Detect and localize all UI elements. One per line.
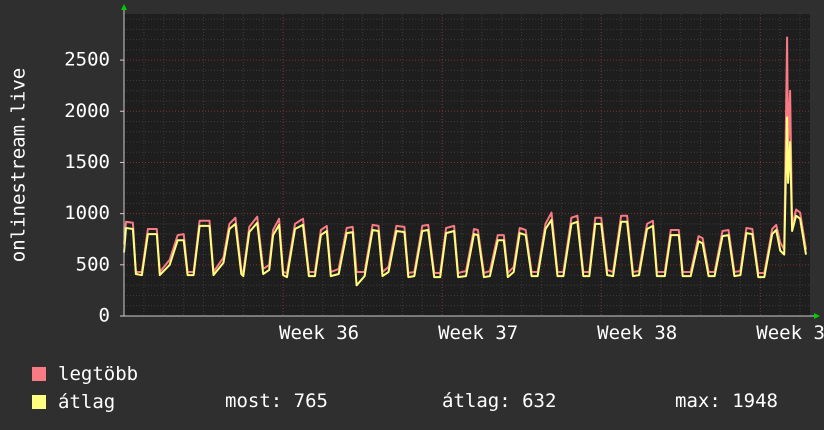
legend-item-max: legtöbb	[32, 363, 138, 385]
x-tick-label: Week 36	[279, 322, 359, 344]
x-tick-label: Week 39	[756, 322, 824, 344]
stat-avg: átlag: 632	[442, 390, 557, 412]
y-tick-label: 0	[99, 305, 110, 327]
y-tick-label: 500	[76, 253, 110, 275]
legend-label-avg: átlag	[58, 391, 116, 413]
stat-max: max: 1948	[675, 390, 778, 412]
legend-swatch-avg	[32, 395, 46, 409]
legend-label-max: legtöbb	[58, 363, 139, 385]
x-tick-label: Week 38	[597, 322, 677, 344]
legend-swatch-max	[32, 367, 46, 381]
legend-item-avg: átlag	[32, 391, 115, 413]
x-axis-arrow	[814, 313, 820, 319]
y-axis-label: onlinestream.live	[8, 68, 30, 262]
stat-now: most: 765	[225, 390, 328, 412]
x-tick-label: Week 37	[438, 322, 518, 344]
y-axis-arrow	[121, 4, 127, 10]
y-tick-label: 2000	[64, 100, 110, 122]
y-tick-label: 1500	[64, 151, 110, 173]
y-tick-label: 1000	[64, 202, 110, 224]
y-tick-label: 2500	[64, 49, 110, 71]
